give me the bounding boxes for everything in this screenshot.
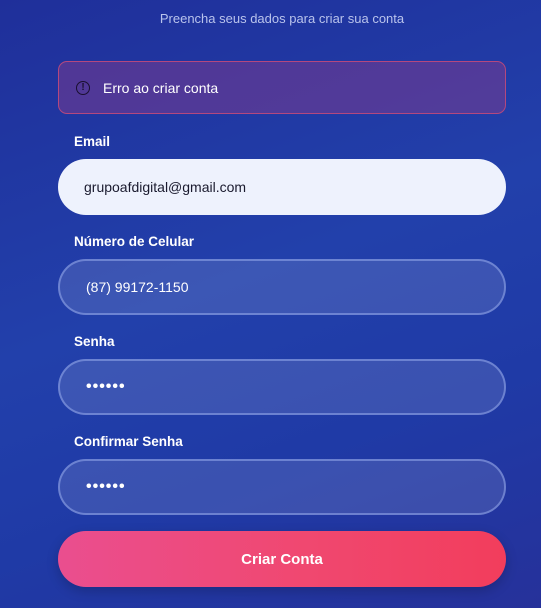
phone-label: Número de Celular [74,234,195,249]
page-subtitle: Preencha seus dados para criar sua conta [159,11,405,26]
error-message: Erro ao criar conta [103,79,219,96]
email-label: Email [74,134,111,149]
email-value: grupoafdigital@gmail.com [84,179,247,195]
email-field[interactable]: grupoafdigital@gmail.com [58,159,506,215]
confirm-password-label: Confirmar Senha [74,434,183,449]
password-value: •••••• [86,378,126,395]
alert-circle-icon: ! [76,80,90,95]
phone-value: (87) 99172-1150 [86,279,189,295]
phone-field[interactable]: (87) 99172-1150 [58,259,506,315]
password-label: Senha [74,334,115,349]
confirm-password-field[interactable]: •••••• [58,459,506,515]
create-account-button[interactable]: Criar Conta [58,531,506,587]
confirm-password-value: •••••• [86,478,126,495]
error-alert: ! Erro ao criar conta [58,61,506,114]
password-field[interactable]: •••••• [58,359,506,415]
